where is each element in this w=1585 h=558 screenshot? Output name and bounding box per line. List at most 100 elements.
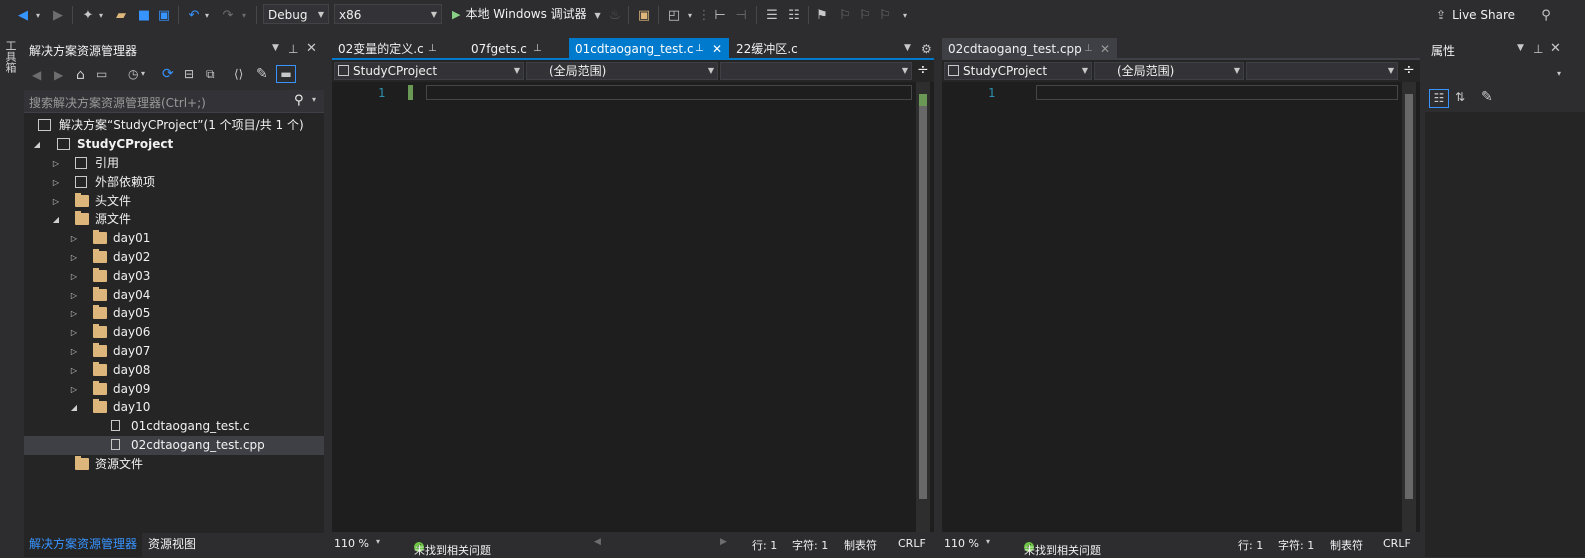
expand-icon[interactable]: ▷ xyxy=(69,304,79,323)
tab-22-buffer[interactable]: 22缓冲区.c xyxy=(730,38,820,60)
settings-gear-icon[interactable]: ⚙ xyxy=(921,42,932,56)
bookmark-icon[interactable]: ⚑ xyxy=(815,6,829,24)
tab-resource-view[interactable]: 资源视图 xyxy=(148,533,196,557)
solution-node[interactable]: 解决方案“StudyCProject”(1 个项目/共 1 个) xyxy=(24,116,324,135)
expand-icon[interactable]: ▷ xyxy=(69,342,79,361)
tab-02-variable-definition[interactable]: 02变量的定义.c ⊥ xyxy=(332,38,450,60)
tree-item[interactable]: ▷ day09 xyxy=(24,380,324,399)
right-code-editor[interactable]: 1 xyxy=(942,82,1420,532)
step-over-icon[interactable]: ⊣ xyxy=(733,6,749,24)
prev-bookmark-icon[interactable]: ⚐ xyxy=(838,6,852,24)
solution-search-box[interactable]: 搜索解决方案资源管理器(Ctrl+;) ⚲ ▾ xyxy=(24,90,324,113)
expand-icon[interactable]: ▷ xyxy=(69,323,79,342)
vertical-scrollbar[interactable] xyxy=(916,82,930,532)
tree-item[interactable]: ▷ day06 xyxy=(24,323,324,342)
view-code-icon[interactable]: ⟨⟩ xyxy=(234,67,243,81)
pin-icon[interactable]: ⊥ xyxy=(428,38,437,60)
tab-list-dropdown-icon[interactable]: ▼ xyxy=(904,43,911,53)
pin-icon[interactable]: ⊥ xyxy=(1533,42,1543,56)
tree-item[interactable]: ◢ 源文件 xyxy=(24,210,324,229)
global-scope-select[interactable]: (全局范围) ▼ xyxy=(1094,62,1244,80)
tree-item[interactable]: ▷ 外部依赖项 xyxy=(24,173,324,192)
collapse-icon[interactable]: ◢ xyxy=(32,135,42,154)
split-editor-icon[interactable]: ÷ xyxy=(1403,62,1415,78)
next-bookmark-icon[interactable]: ⚐ xyxy=(858,6,872,24)
collapse-icon[interactable]: ◢ xyxy=(69,398,79,417)
browser-icon[interactable]: ◰ xyxy=(666,6,682,24)
global-scope-select[interactable]: (全局范围) ▼ xyxy=(526,62,718,80)
toolbar-overflow-icon[interactable]: ▾ xyxy=(900,6,910,24)
find-in-files-icon[interactable]: ▣ xyxy=(636,6,652,24)
step-icon[interactable]: ⊢ xyxy=(712,6,728,24)
platform-select[interactable]: x86 ▼ xyxy=(334,4,442,24)
comment-icon[interactable]: ☰ xyxy=(764,6,780,24)
expand-icon[interactable]: ▷ xyxy=(51,192,61,211)
live-share-button[interactable]: ⇪ Live Share xyxy=(1436,6,1515,24)
new-item-dropdown-icon[interactable]: ▾ xyxy=(97,6,105,24)
expand-icon[interactable]: ▷ xyxy=(69,361,79,380)
back-icon[interactable]: ◀ xyxy=(32,68,41,82)
forward-icon[interactable]: ▶ xyxy=(50,6,66,24)
tab-07fgets[interactable]: 07fgets.c ⊥ xyxy=(465,38,555,60)
zoom-level[interactable]: 110 % xyxy=(334,537,369,550)
tabs-indicator[interactable]: 制表符 xyxy=(1330,537,1363,553)
scroll-left-icon[interactable]: ◀ xyxy=(594,537,601,547)
tree-item[interactable]: ▷ day03 xyxy=(24,267,324,286)
expand-icon[interactable]: ▷ xyxy=(69,229,79,248)
close-icon[interactable]: ✕ xyxy=(712,38,722,60)
forward-icon[interactable]: ▶ xyxy=(54,68,63,82)
tab-01cdtaogang-test[interactable]: 01cdtaogang_test.c ⊥ ✕ xyxy=(569,38,729,60)
chevron-down-icon[interactable]: ▾ xyxy=(141,69,145,78)
tree-item[interactable]: ▷ day05 xyxy=(24,304,324,323)
show-all-files-icon[interactable]: ⧉ xyxy=(206,67,215,82)
save-icon[interactable]: ■ xyxy=(136,6,152,24)
tree-item[interactable]: 资源文件 xyxy=(24,455,324,474)
split-editor-icon[interactable]: ÷ xyxy=(917,62,929,78)
tabs-indicator[interactable]: 制表符 xyxy=(844,537,877,553)
tree-item[interactable]: 01cdtaogang_test.c xyxy=(24,417,324,436)
project-scope-select[interactable]: StudyCProject ▼ xyxy=(334,62,524,80)
eol-indicator[interactable]: CRLF xyxy=(898,537,926,550)
tab-solution-explorer[interactable]: 解决方案资源管理器 xyxy=(24,533,143,557)
collapse-icon[interactable]: ◢ xyxy=(51,210,61,229)
back-dropdown-icon[interactable]: ▾ xyxy=(33,6,43,24)
scroll-right-icon[interactable]: ▶ xyxy=(720,537,727,547)
browser-dropdown-icon[interactable]: ▾ xyxy=(686,6,694,24)
flame-icon[interactable]: ♨ xyxy=(608,6,622,24)
back-icon[interactable]: ◀ xyxy=(15,6,31,24)
pending-changes-icon[interactable]: ◷ xyxy=(128,67,138,81)
home-icon[interactable]: ⌂ xyxy=(76,67,85,83)
pin-icon[interactable]: ⊥ xyxy=(288,42,298,56)
expand-icon[interactable]: ▷ xyxy=(69,380,79,399)
search-options-icon[interactable]: ▾ xyxy=(312,95,316,104)
chevron-down-icon[interactable]: ▾ xyxy=(376,537,380,546)
window-position-icon[interactable]: ▼ xyxy=(272,43,279,53)
tree-item[interactable]: ▷ day04 xyxy=(24,286,324,305)
close-icon[interactable]: ✕ xyxy=(1100,38,1110,60)
close-icon[interactable]: ✕ xyxy=(1550,41,1561,56)
tree-item[interactable]: ▷ day08 xyxy=(24,361,324,380)
expand-icon[interactable]: ▷ xyxy=(51,173,61,192)
chevron-down-icon[interactable]: ▾ xyxy=(986,537,990,546)
tree-item[interactable]: ▷ day01 xyxy=(24,229,324,248)
tree-item[interactable]: ▷ day07 xyxy=(24,342,324,361)
property-pages-icon[interactable]: ✎ xyxy=(1481,89,1493,105)
project-node[interactable]: ◢ StudyCProject xyxy=(24,135,324,154)
tree-item[interactable]: 02cdtaogang_test.cpp xyxy=(24,436,324,455)
window-position-icon[interactable]: ▼ xyxy=(1517,43,1524,53)
start-debug-button[interactable]: ▶ 本地 Windows 调试器 ▼ xyxy=(452,4,601,24)
expand-icon[interactable]: ▷ xyxy=(69,286,79,305)
undo-dropdown-icon[interactable]: ▾ xyxy=(203,6,211,24)
tree-item[interactable]: ▷ day02 xyxy=(24,248,324,267)
expand-icon[interactable]: ▷ xyxy=(69,267,79,286)
expand-icon[interactable]: ▷ xyxy=(69,248,79,267)
search-icon[interactable]: ⚲ xyxy=(294,93,304,108)
preview-icon[interactable]: ▬ xyxy=(276,65,296,83)
pin-icon[interactable]: ⊥ xyxy=(695,38,704,60)
scrollbar-thumb[interactable] xyxy=(919,94,927,499)
expand-icon[interactable]: ▷ xyxy=(51,154,61,173)
tree-item[interactable]: ▷ 引用 xyxy=(24,154,324,173)
alphabetical-icon[interactable]: ⇅ xyxy=(1455,90,1465,104)
tab-02cdtaogang-test[interactable]: 02cdtaogang_test.cpp ⊥ ✕ xyxy=(942,38,1117,60)
save-all-icon[interactable]: ▣ xyxy=(156,6,172,24)
